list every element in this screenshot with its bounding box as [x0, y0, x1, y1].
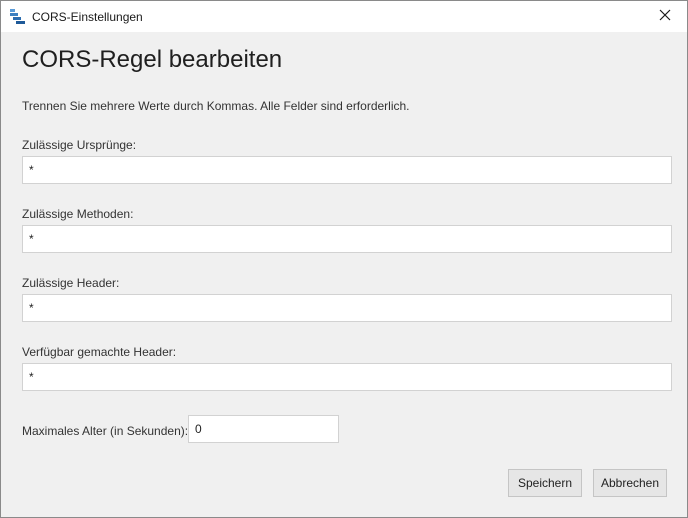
exposed-headers-input[interactable]: [22, 363, 672, 391]
cancel-button[interactable]: Abbrechen: [593, 469, 667, 497]
exposed-headers-label: Verfügbar gemachte Header:: [22, 345, 177, 359]
title-bar: CORS-Einstellungen: [1, 1, 687, 32]
window-title: CORS-Einstellungen: [32, 10, 143, 24]
instructions-text: Trennen Sie mehrere Werte durch Kommas. …: [22, 99, 410, 113]
dialog-heading: CORS-Regel bearbeiten: [22, 46, 283, 73]
allowed-origins-input[interactable]: [22, 156, 672, 184]
allowed-origins-label: Zulässige Ursprünge:: [22, 138, 137, 152]
max-age-input[interactable]: [188, 415, 339, 443]
save-button[interactable]: Speichern: [508, 469, 582, 497]
allowed-headers-input[interactable]: [22, 294, 672, 322]
allowed-methods-label: Zulässige Methoden:: [22, 207, 134, 221]
allowed-methods-input[interactable]: [22, 225, 672, 253]
allowed-headers-label: Zulässige Header:: [22, 276, 120, 290]
cors-settings-dialog: CORS-Einstellungen CORS-Regel bearbeiten…: [0, 0, 688, 518]
close-button[interactable]: [643, 1, 687, 32]
max-age-label: Maximales Alter (in Sekunden):: [22, 424, 189, 438]
storage-explorer-icon: [10, 9, 25, 24]
close-icon: [659, 8, 671, 26]
